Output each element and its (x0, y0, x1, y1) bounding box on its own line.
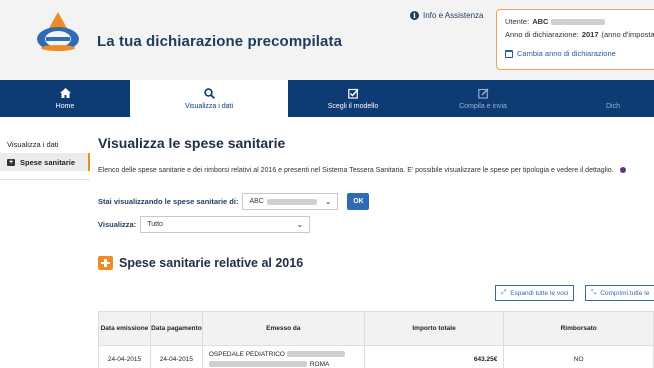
filter-select-value: Tutto (147, 221, 163, 228)
info-link-label: Info e Assistenza (423, 11, 484, 20)
cell-rimborsato: NO (503, 345, 654, 368)
address-redacted (208, 361, 307, 367)
search-icon (203, 87, 215, 99)
sidebar-title[interactable]: Visualizza i dati (0, 135, 90, 153)
cell-emesso-da: OSPEDALE PEDIATRICO ROMA (201, 345, 365, 368)
nav-visualizza-label: Visualizza i dati (184, 102, 234, 110)
collapse-all-button[interactable]: ⤡ Comprimi tutte le (585, 285, 654, 301)
user-name-redacted (551, 18, 606, 25)
page-title: Visualizza le spese sanitarie (98, 135, 286, 151)
header-emesso-da[interactable]: Emesso da (201, 311, 365, 346)
intro-text-body: Elenco delle spese sanitarie e dei rimbo… (98, 167, 614, 174)
home-icon (59, 88, 71, 99)
filter-row: Visualizza: Tutto ⌄ (98, 216, 311, 233)
nav-compila-label: Compila e invia (459, 102, 507, 110)
nav-home[interactable]: Home (0, 80, 130, 117)
section-title-label: Spese sanitarie relative al 2016 (119, 256, 304, 270)
cell-data-pagamento: 24-04-2015 (149, 345, 203, 368)
emesso-da-redacted (286, 351, 345, 357)
person-select-value: ABC (249, 198, 264, 205)
collapse-icon: ⤡ (591, 289, 597, 296)
cell-importo-totale: 643.25€ (363, 345, 505, 368)
cell-data-emissione: 24-04-2015 (98, 345, 151, 368)
chevron-down-icon: ⌄ (324, 197, 332, 206)
intro-text: Elenco delle spese sanitarie e dei rimbo… (98, 167, 626, 174)
section-title: Spese sanitarie relative al 2016 (98, 256, 303, 270)
year-value: 2017 (581, 30, 599, 39)
sidebar-divider (0, 179, 90, 180)
expand-all-label: Espandi tutte le voci (510, 289, 569, 297)
header-rimborsato[interactable]: Rimborsato (503, 311, 654, 346)
nav-scegli-modello[interactable]: Scegli il modello (288, 80, 418, 117)
checkbox-icon (347, 88, 359, 99)
table-header-row: Data emissione Data pagamento Emesso da … (98, 311, 654, 346)
sidebar-item-spese-sanitarie[interactable]: Spese sanitarie (0, 153, 90, 171)
expand-all-button[interactable]: ⤢ Espandi tutte le voci (495, 285, 575, 301)
nav-compila-invia[interactable]: Compila e invia (418, 80, 548, 117)
user-label: Utente: (505, 17, 530, 26)
collapse-all-label: Comprimi tutte le (600, 289, 650, 297)
expand-icon: ⤢ (501, 289, 507, 296)
nav-dich-label: Dich (605, 102, 620, 110)
sidebar: Visualizza i dati Spese sanitarie (0, 117, 90, 368)
agenzia-entrate-logo[interactable] (34, 10, 82, 54)
change-year-label: Cambia anno di dichiarazione (517, 49, 616, 58)
expenses-table: Data emissione Data pagamento Emesso da … (98, 311, 654, 368)
filter-label: Visualizza: (98, 220, 137, 229)
calendar-icon (505, 49, 513, 58)
emesso-da-city: ROMA (309, 360, 330, 368)
user-name: ABC (532, 17, 549, 26)
header-data-emissione[interactable]: Data emissione (98, 311, 151, 346)
first-aid-icon (98, 256, 113, 270)
ok-button[interactable]: OK (347, 193, 370, 210)
help-icon[interactable] (619, 167, 626, 173)
app-title: La tua dichiarazione precompilata (97, 33, 343, 50)
sidebar-item-label: Spese sanitarie (20, 157, 76, 167)
nav-dich[interactable]: Dich (548, 80, 626, 117)
app-header: La tua dichiarazione precompilata i Info… (0, 0, 654, 80)
main-content: Visualizza le spese sanitarie Elenco del… (98, 117, 654, 368)
nav-visualizza[interactable]: Visualizza i dati (130, 80, 288, 117)
filter-select[interactable]: Tutto ⌄ (140, 216, 311, 233)
table-row[interactable]: 24-04-2015 24-04-2015 OSPEDALE PEDIATRIC… (98, 345, 654, 368)
year-label: Anno di dichiarazione: (505, 30, 579, 39)
nav-home-label: Home (55, 102, 75, 110)
info-icon: i (410, 11, 419, 20)
viewing-row: Stai visualizzando le spese sanitarie di… (98, 193, 370, 210)
nav-scegli-label: Scegli il modello (327, 102, 379, 110)
edit-icon (477, 87, 489, 99)
info-assistance-link[interactable]: i Info e Assistenza (410, 11, 483, 20)
header-data-pagamento[interactable]: Data pagamento (149, 311, 203, 346)
header-importo-totale[interactable]: Importo totale (363, 311, 505, 346)
main-nav: Home Visualizza i dati Scegli il modello… (0, 80, 654, 117)
chevron-down-icon: ⌄ (296, 220, 304, 229)
person-redacted (266, 198, 317, 205)
viewing-label: Stai visualizzando le spese sanitarie di… (98, 197, 239, 206)
emesso-da-name: OSPEDALE PEDIATRICO (208, 350, 285, 358)
person-select[interactable]: ABC ⌄ (242, 193, 339, 210)
change-year-link[interactable]: Cambia anno di dichiarazione (505, 49, 654, 58)
first-aid-icon (7, 158, 15, 166)
year-suffix: (anno d'imposta (601, 30, 654, 39)
user-box: Utente: ABC Anno di dichiarazione: 2017 … (496, 9, 654, 70)
